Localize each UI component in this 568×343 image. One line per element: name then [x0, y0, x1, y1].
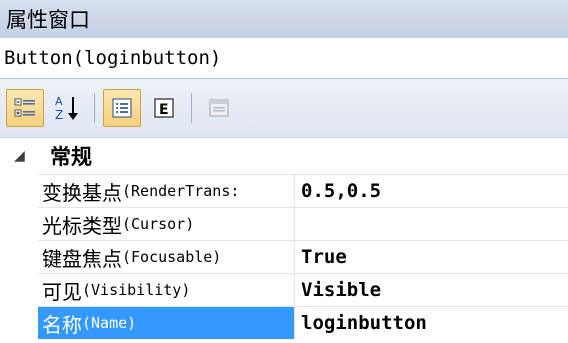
property-row-name[interactable]: 名称 (Name) loginbutton [38, 306, 568, 339]
svg-text:E: E [159, 102, 169, 118]
property-name-en: (Visibility) [82, 281, 191, 299]
property-name-en: (Cursor) [122, 215, 195, 233]
property-value[interactable] [295, 208, 568, 240]
property-name: 键盘焦点 (Focusable) [38, 241, 295, 273]
selected-object-bar[interactable]: Button(loginbutton) [0, 38, 568, 78]
categorized-icon [14, 98, 35, 117]
property-name-cn: 名称 [42, 312, 82, 337]
properties-icon [112, 98, 132, 118]
selected-object-label: Button(loginbutton) [4, 47, 222, 69]
category-label: 常规 [50, 145, 92, 169]
window-title: 属性窗口 [6, 8, 90, 32]
svg-text:Z: Z [55, 108, 63, 122]
property-value[interactable]: loginbutton [295, 307, 568, 339]
property-name-cn: 键盘焦点 [42, 246, 122, 271]
toolbar-separator [94, 93, 95, 123]
alphabetical-sort-icon: A Z [55, 95, 78, 122]
property-name: 光标类型 (Cursor) [38, 208, 295, 240]
property-name: 名称 (Name) [38, 307, 295, 339]
category-general[interactable]: ◢ 常规 [0, 138, 568, 174]
categorized-button[interactable] [6, 89, 44, 127]
property-name-en: (Name) [82, 314, 137, 332]
property-row-focusable[interactable]: 键盘焦点 (Focusable) True [38, 240, 568, 273]
property-value[interactable]: 0.5,0.5 [295, 175, 568, 207]
alphabetical-button[interactable]: A Z [48, 89, 86, 127]
property-row-visibility[interactable]: 可见 (Visibility) Visible [38, 273, 568, 306]
property-row-cursor[interactable]: 光标类型 (Cursor) [38, 207, 568, 240]
property-name: 可见 (Visibility) [38, 274, 295, 306]
property-row-render-transform-origin[interactable]: 变换基点 (RenderTrans: 0.5,0.5 [38, 174, 568, 207]
property-name-cn: 可见 [42, 279, 82, 304]
property-value[interactable]: True [295, 241, 568, 273]
property-pages-button[interactable] [200, 89, 238, 127]
svg-text:A: A [55, 95, 63, 108]
property-name-cn: 变换基点 [42, 180, 122, 205]
property-grid: ◢ 常规 变换基点 (RenderTrans: 0.5,0.5 光标类型 (Curs… [0, 138, 568, 343]
events-icon: E [154, 98, 174, 118]
toolbar-separator [191, 93, 192, 123]
properties-button[interactable] [103, 89, 141, 127]
collapse-toggle-icon[interactable]: ◢ [14, 148, 36, 164]
grid-left-gutter [0, 174, 38, 343]
property-pages-icon [209, 99, 229, 117]
property-name-cn: 光标类型 [42, 213, 122, 238]
window-title-bar: 属性窗口 [0, 0, 568, 38]
events-button[interactable]: E [145, 89, 183, 127]
property-name-en: (RenderTrans: [122, 182, 240, 200]
property-toolbar: A Z E [0, 78, 568, 138]
property-name-en: (Focusable) [122, 248, 222, 266]
property-value[interactable]: Visible [295, 274, 568, 306]
property-name: 变换基点 (RenderTrans: [38, 175, 295, 207]
